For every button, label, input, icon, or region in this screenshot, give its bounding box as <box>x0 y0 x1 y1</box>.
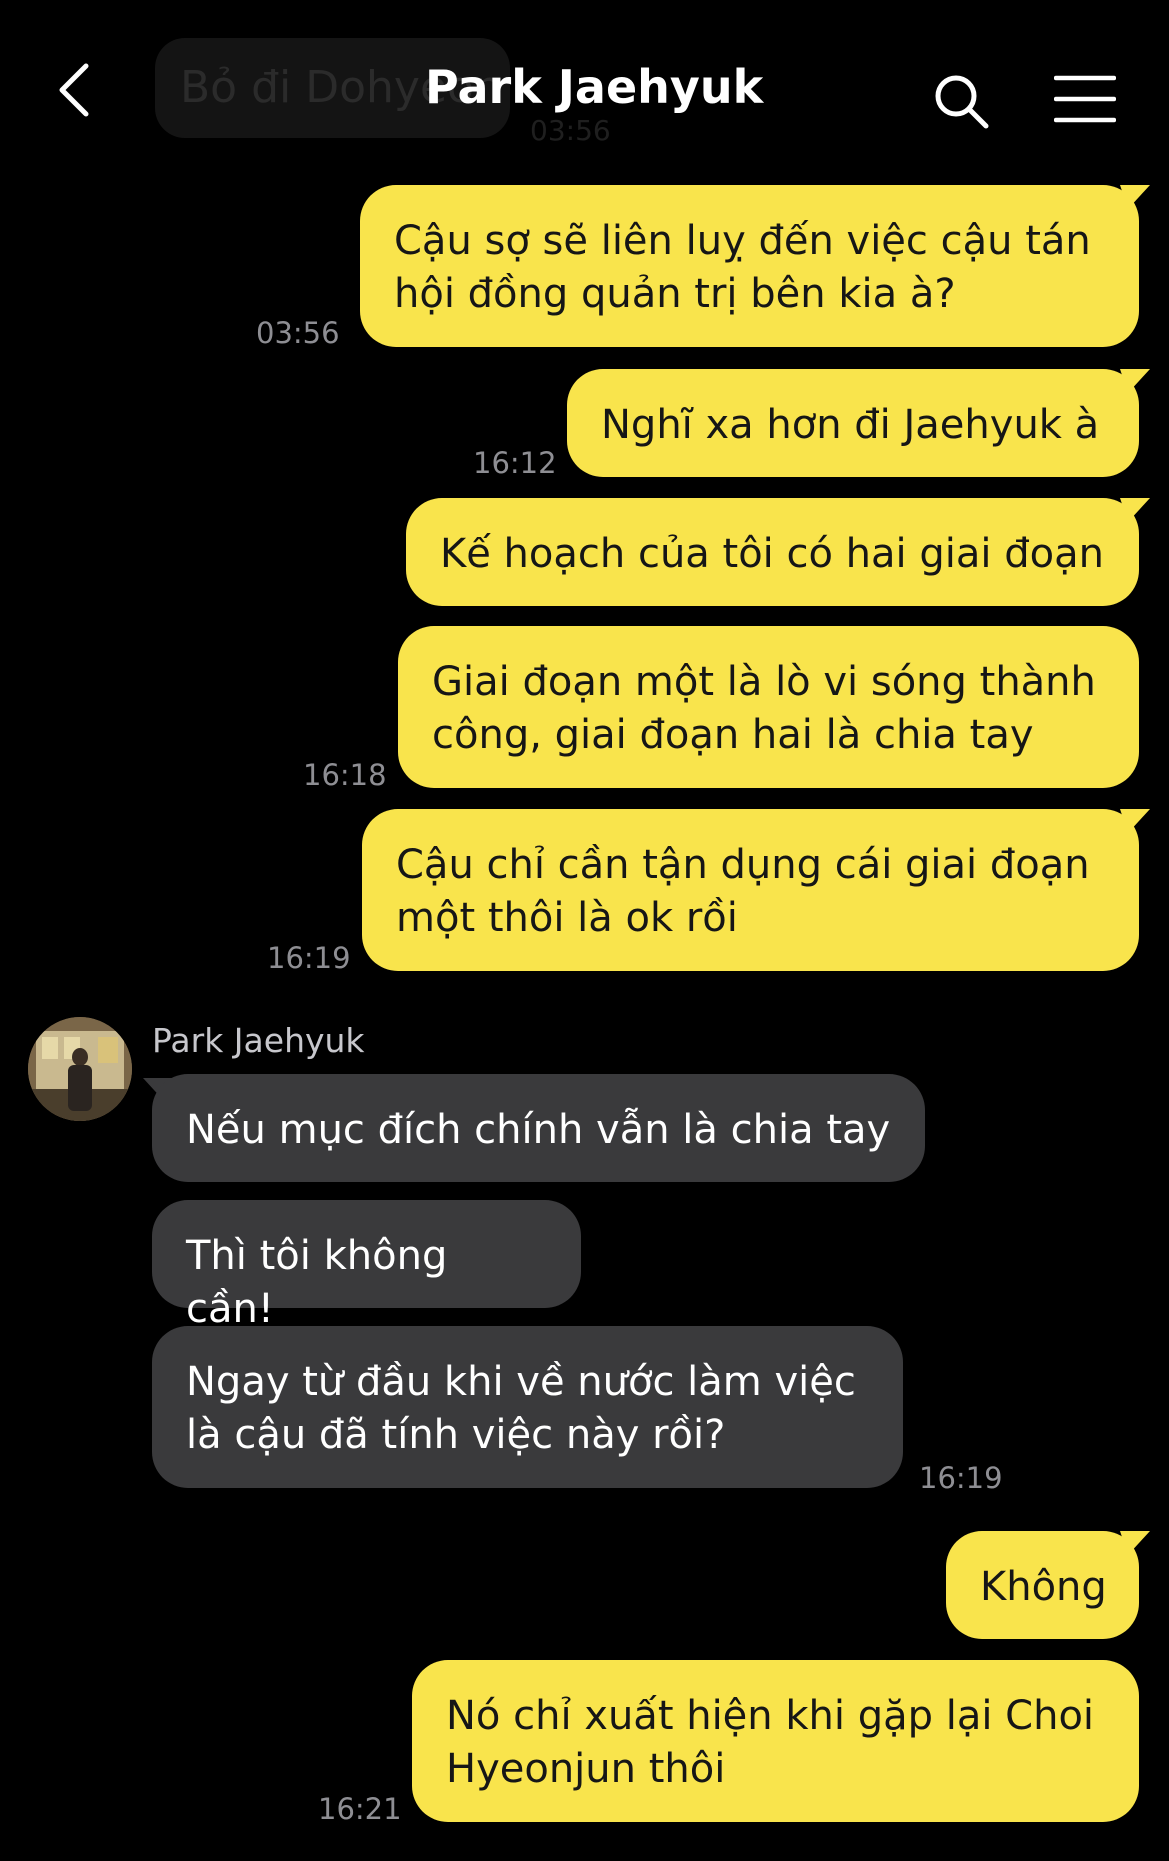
message-time: 03:56 <box>256 316 340 350</box>
sent-message-bubble[interactable]: Không <box>946 1531 1139 1639</box>
sent-message-bubble[interactable]: Nghĩ xa hơn đi Jaehyuk à <box>567 369 1139 477</box>
received-message-bubble[interactable]: Nếu mục đích chính vẫn là chia tay <box>152 1074 925 1182</box>
message-time: 16:19 <box>919 1461 1003 1495</box>
received-message-bubble[interactable]: Ngay từ đầu khi về nước làm việc là cậu … <box>152 1326 903 1488</box>
bubble-tail <box>1120 369 1150 393</box>
sent-message-bubble[interactable]: Giai đoạn một là lò vi sóng thành công, … <box>398 626 1139 788</box>
sent-message-bubble[interactable]: Cậu chỉ cần tận dụng cái giai đoạn một t… <box>362 809 1139 971</box>
received-message-bubble[interactable]: Thì tôi không cần! <box>152 1200 581 1332</box>
bubble-tail <box>1120 809 1150 833</box>
menu-icon[interactable] <box>1054 74 1116 124</box>
message-time: 16:18 <box>303 758 387 792</box>
bubble-tail <box>1120 1531 1150 1555</box>
back-arrow-icon[interactable] <box>52 60 96 120</box>
chat-header: Bỏ đi Dohyeon 03:56 Park Jaehyuk <box>0 0 1169 160</box>
bubble-tail <box>1120 498 1150 522</box>
sent-message-bubble[interactable]: Kế hoạch của tôi có hai giai đoạn <box>406 498 1139 606</box>
message-time: 16:12 <box>473 446 557 480</box>
avatar-photo-icon <box>28 1017 132 1121</box>
sender-name: Park Jaehyuk <box>152 1021 365 1060</box>
contact-avatar[interactable] <box>28 1017 132 1121</box>
bubble-tail <box>1120 185 1150 209</box>
chat-title[interactable]: Park Jaehyuk <box>425 60 763 114</box>
scrolled-message-time: 03:56 <box>530 114 611 147</box>
message-time: 16:21 <box>318 1792 402 1826</box>
search-icon[interactable] <box>932 72 992 132</box>
sent-message-bubble[interactable]: Cậu sợ sẽ liên luỵ đến việc cậu tán hội … <box>360 185 1139 347</box>
sent-message-bubble[interactable]: Nó chỉ xuất hiện khi gặp lại Choi Hyeonj… <box>412 1660 1139 1822</box>
message-time: 16:19 <box>267 941 351 975</box>
